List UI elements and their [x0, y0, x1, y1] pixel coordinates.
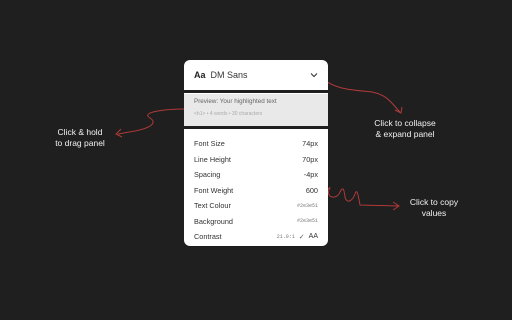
- row-spacing[interactable]: Spacing -4px: [184, 167, 328, 183]
- properties-list: Font Size 74px Line Height 70px Spacing …: [184, 136, 328, 245]
- inspector-panel[interactable]: Aa DM Sans Preview: Your highlighted tex…: [184, 60, 328, 246]
- row-label: Contrast: [194, 232, 222, 242]
- chevron-down-icon[interactable]: [310, 71, 318, 79]
- preview-box: Preview: Your highlighted text <h1> • 4 …: [184, 94, 328, 126]
- row-label: Font Weight: [194, 185, 234, 195]
- row-value[interactable]: 74px: [302, 139, 318, 148]
- annotation-collapse: Click to collapse & expand panel: [374, 118, 436, 139]
- row-value[interactable]: 600: [306, 186, 318, 195]
- row-label: Line Height: [194, 154, 231, 164]
- row-value[interactable]: 70px: [302, 155, 318, 164]
- contrast-value[interactable]: 21.0:1 ✓ AA: [277, 233, 318, 241]
- row-value[interactable]: -4px: [304, 170, 318, 179]
- row-label: Background: [194, 216, 233, 226]
- panel-header[interactable]: Aa DM Sans: [184, 60, 328, 90]
- row-label: Text Colour: [194, 201, 231, 211]
- font-name: DM Sans: [210, 70, 248, 80]
- row-label: Spacing: [194, 170, 221, 180]
- row-font-weight[interactable]: Font Weight 600: [184, 183, 328, 199]
- preview-meta: <h1> • 4 words • 30 characters: [194, 111, 263, 117]
- row-text-colour[interactable]: Text Colour #2e3e51: [184, 198, 328, 214]
- annotation-copy: Click to copy values: [409, 197, 459, 218]
- preview-title: Preview: Your highlighted text: [194, 98, 277, 105]
- annotation-drag: Click & hold to drag panel: [55, 127, 105, 148]
- row-value[interactable]: #2e3e51: [297, 218, 318, 224]
- check-icon: ✓: [298, 233, 305, 241]
- font-icon: Aa: [194, 70, 206, 80]
- divider: [184, 126, 328, 129]
- divider: [184, 90, 328, 93]
- row-line-height[interactable]: Line Height 70px: [184, 152, 328, 168]
- contrast-grade: AA: [308, 233, 318, 241]
- row-background[interactable]: Background #2e3e51: [184, 214, 328, 230]
- row-contrast[interactable]: Contrast 21.0:1 ✓ AA: [184, 229, 328, 245]
- contrast-ratio: 21.0:1: [276, 233, 295, 240]
- row-label: Font Size: [194, 139, 225, 149]
- row-font-size[interactable]: Font Size 74px: [184, 136, 328, 152]
- row-value[interactable]: #2e3e51: [297, 203, 318, 209]
